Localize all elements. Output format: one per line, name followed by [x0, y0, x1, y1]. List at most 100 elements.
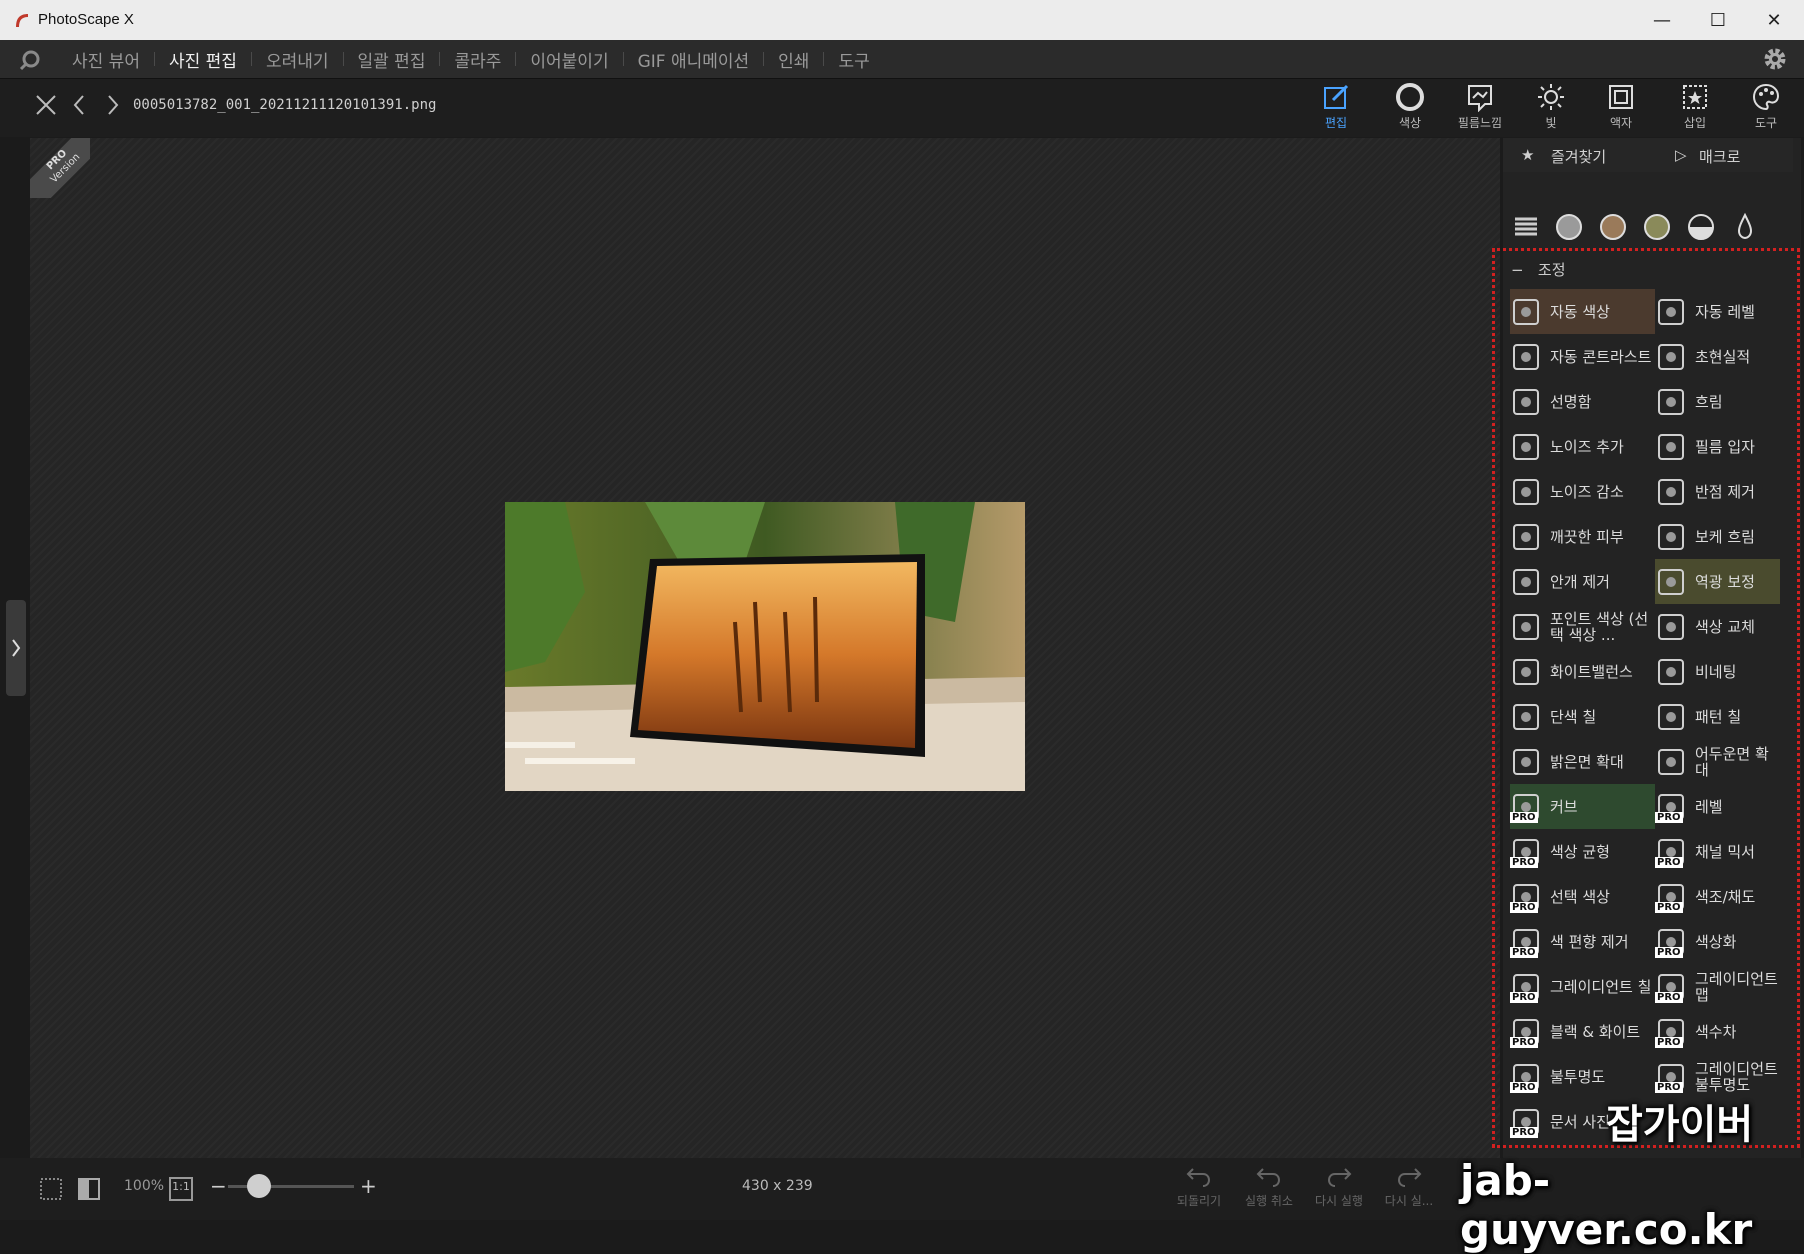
window-title: PhotoScape X — [38, 11, 134, 28]
adjust-item-16[interactable]: 화이트밸런스 — [1510, 649, 1655, 694]
adjust-item-29[interactable]: PRO 색상화 — [1655, 919, 1780, 964]
pro-badge: PRO — [1510, 1126, 1538, 1138]
adjust-item-label: 반점 제거 — [1695, 482, 1755, 501]
menu-item-5[interactable]: 이어붙이기 — [516, 47, 622, 72]
undo-icon — [1256, 1168, 1281, 1187]
tab-light[interactable]: 빛 — [1521, 82, 1581, 136]
adjust-item-15[interactable]: 색상 교체 — [1655, 604, 1780, 649]
adjust-item-4[interactable]: 선명함 — [1510, 379, 1655, 424]
tab-color[interactable]: 색상 — [1380, 82, 1440, 136]
close-window-button[interactable]: ✕ — [1746, 0, 1802, 40]
adjust-item-22[interactable]: PRO 커브 — [1510, 784, 1655, 829]
adjust-item-23[interactable]: PRO 레벨 — [1655, 784, 1780, 829]
left-panel-toggle[interactable] — [6, 600, 26, 696]
adjust-item-label: 화이트밸런스 — [1550, 662, 1633, 681]
adjust-item-33[interactable]: PRO 색수차 — [1655, 1009, 1780, 1054]
tab-film[interactable]: 필름느낌 — [1450, 82, 1510, 136]
settings-gear-icon[interactable] — [1762, 46, 1788, 72]
menu-item-1[interactable]: 사진 편집 — [155, 47, 251, 72]
maximize-button[interactable]: ☐ — [1690, 0, 1746, 40]
adjust-header[interactable]: − 조정 — [1511, 259, 1566, 280]
adjust-item-12[interactable]: 안개 제거 — [1510, 559, 1655, 604]
film-grain-icon — [1655, 431, 1687, 463]
list-icon[interactable] — [1512, 213, 1540, 241]
solid-fill-icon — [1510, 701, 1542, 733]
adjust-item-10[interactable]: 깨끗한 피부 — [1510, 514, 1655, 559]
adjust-item-31[interactable]: PRO 그레이디언트 맵 — [1655, 964, 1780, 1009]
adjust-item-32[interactable]: PRO 블랙 & 화이트 — [1510, 1009, 1655, 1054]
adjust-item-27[interactable]: PRO 색조/채도 — [1655, 874, 1780, 919]
search-icon[interactable] — [18, 48, 42, 72]
adjust-item-18[interactable]: 단색 칠 — [1510, 694, 1655, 739]
previous-icon[interactable] — [68, 93, 92, 117]
adjust-item-5[interactable]: 흐림 — [1655, 379, 1780, 424]
zoom-slider-knob[interactable] — [247, 1174, 271, 1198]
tab-insert[interactable]: 삽입 — [1665, 82, 1725, 136]
adjust-item-8[interactable]: 노이즈 감소 — [1510, 469, 1655, 514]
menu-item-3[interactable]: 일괄 편집 — [344, 47, 440, 72]
half-circle-icon[interactable] — [1686, 212, 1716, 242]
grid-icon[interactable] — [38, 1176, 64, 1202]
minimize-button[interactable]: — — [1634, 0, 1690, 40]
undo-button[interactable]: 실행 취소 — [1238, 1165, 1300, 1209]
adjust-item-3[interactable]: 초현실적 — [1655, 334, 1780, 379]
actual-size-button[interactable]: 1:1 — [170, 1180, 192, 1193]
adjust-item-24[interactable]: PRO 색상 균형 — [1510, 829, 1655, 874]
olive-circle-icon[interactable] — [1642, 212, 1672, 242]
menu-item-2[interactable]: 오려내기 — [252, 47, 343, 72]
redo-all-button[interactable]: 다시 실... — [1378, 1165, 1440, 1209]
adjust-item-7[interactable]: 필름 입자 — [1655, 424, 1780, 469]
compare-icon[interactable] — [76, 1176, 102, 1202]
adjust-item-28[interactable]: PRO 색 편향 제거 — [1510, 919, 1655, 964]
point-color-icon — [1510, 611, 1542, 643]
hue-saturation-icon: PRO — [1655, 881, 1687, 913]
adjust-item-19[interactable]: 패턴 칠 — [1655, 694, 1780, 739]
sepia-circle-icon[interactable] — [1598, 212, 1628, 242]
adjust-item-0[interactable]: 자동 색상 — [1510, 289, 1655, 334]
zoom-level[interactable]: 100% — [124, 1178, 164, 1194]
tab-edit[interactable]: 편집 — [1306, 82, 1366, 136]
adjust-item-11[interactable]: 보케 흐림 — [1655, 514, 1780, 559]
zoom-out-button[interactable]: − — [210, 1174, 227, 1198]
film-icon — [1468, 85, 1492, 112]
adjust-item-25[interactable]: PRO 채널 믹서 — [1655, 829, 1780, 874]
menu-item-6[interactable]: GIF 애니메이션 — [624, 47, 764, 72]
macro-button[interactable]: 매크로 — [1699, 146, 1740, 167]
adjust-item-label: 색 편향 제거 — [1550, 932, 1629, 951]
star-icon[interactable]: ★ — [1521, 146, 1534, 164]
adjust-item-26[interactable]: PRO 선택 색상 — [1510, 874, 1655, 919]
adjust-item-2[interactable]: 자동 콘트라스트 — [1510, 334, 1655, 379]
pro-badge: PRO — [1655, 991, 1683, 1003]
menu-item-8[interactable]: 도구 — [824, 47, 883, 72]
close-icon[interactable] — [34, 93, 58, 117]
adjust-item-label: 색조/채도 — [1695, 887, 1756, 906]
remove-cast-icon: PRO — [1510, 926, 1542, 958]
redo-button[interactable]: 다시 실행 — [1308, 1165, 1370, 1209]
revert-button[interactable]: 되돌리기 — [1168, 1165, 1230, 1209]
adjust-item-21[interactable]: 어두운면 확대 — [1655, 739, 1780, 784]
menu-item-0[interactable]: 사진 뷰어 — [58, 47, 154, 72]
menu-item-7[interactable]: 인쇄 — [764, 47, 823, 72]
adjust-item-9[interactable]: 반점 제거 — [1655, 469, 1780, 514]
adjust-item-20[interactable]: 밝은면 확대 — [1510, 739, 1655, 784]
gray-circle-icon[interactable] — [1554, 212, 1584, 242]
tab-tool[interactable]: 도구 — [1736, 82, 1796, 136]
adjust-item-13[interactable]: 역광 보정 — [1655, 559, 1780, 604]
adjust-item-6[interactable]: 노이즈 추가 — [1510, 424, 1655, 469]
adjust-item-30[interactable]: PRO 그레이디언트 칠 — [1510, 964, 1655, 1009]
next-icon[interactable] — [100, 93, 124, 117]
adjust-item-label: 색상 균형 — [1550, 842, 1610, 861]
tab-frame[interactable]: 액자 — [1591, 82, 1651, 136]
insert-star-icon — [1683, 85, 1707, 109]
adjust-item-14[interactable]: 포인트 색상 (선택 색상 ... — [1510, 604, 1655, 649]
adjust-item-17[interactable]: 비네팅 — [1655, 649, 1780, 694]
zoom-in-button[interactable]: + — [360, 1174, 377, 1198]
vignette-icon — [1655, 656, 1687, 688]
menu-item-4[interactable]: 콜라주 — [440, 47, 515, 72]
adjust-item-label: 노이즈 추가 — [1550, 437, 1624, 456]
favorites-button[interactable]: 즐겨찾기 — [1551, 146, 1606, 167]
adjust-item-1[interactable]: 자동 레벨 — [1655, 289, 1780, 334]
play-icon[interactable]: ▷ — [1675, 146, 1687, 164]
drop-icon[interactable] — [1730, 212, 1760, 242]
pro-badge: PRO — [1655, 946, 1683, 958]
